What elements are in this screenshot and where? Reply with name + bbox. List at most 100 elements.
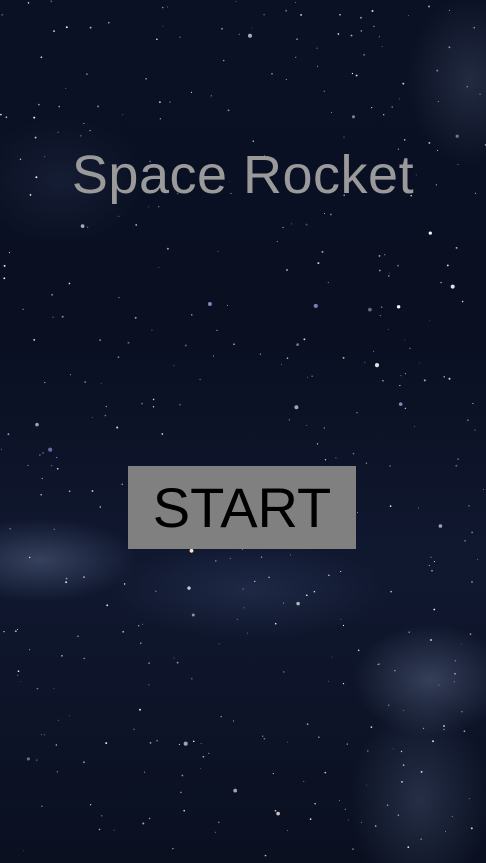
star — [316, 443, 319, 445]
star — [99, 339, 101, 341]
star — [57, 131, 59, 133]
star — [227, 109, 230, 112]
star — [396, 305, 401, 309]
star — [359, 16, 362, 19]
star — [402, 764, 405, 766]
star — [55, 744, 57, 746]
star — [346, 743, 348, 745]
star — [127, 341, 130, 344]
star — [56, 467, 59, 470]
star — [355, 74, 358, 77]
star — [52, 316, 54, 318]
star — [233, 343, 235, 346]
star — [404, 373, 406, 375]
star — [98, 828, 101, 831]
star — [420, 838, 423, 841]
star — [117, 356, 120, 359]
star — [144, 771, 146, 773]
star — [352, 848, 354, 850]
star — [56, 456, 58, 459]
star — [246, 632, 248, 634]
star — [118, 215, 120, 217]
star — [40, 56, 43, 59]
star — [402, 709, 404, 711]
star — [474, 429, 476, 431]
star — [86, 226, 89, 228]
star — [191, 677, 193, 680]
star — [390, 590, 392, 593]
star — [83, 123, 85, 124]
star — [323, 90, 325, 92]
star — [389, 505, 392, 507]
star — [469, 633, 472, 635]
star — [41, 805, 43, 807]
star — [169, 101, 171, 103]
star — [200, 768, 202, 770]
star — [350, 34, 353, 37]
star — [392, 748, 394, 750]
star — [208, 752, 210, 755]
star — [407, 15, 409, 17]
star — [470, 827, 473, 830]
star — [148, 684, 150, 686]
star — [381, 46, 383, 48]
star — [218, 643, 220, 645]
star — [378, 36, 380, 38]
star — [142, 822, 145, 825]
star — [91, 417, 93, 419]
star — [173, 657, 175, 659]
star — [57, 719, 59, 721]
star — [0, 448, 3, 451]
star — [41, 478, 43, 480]
star — [330, 111, 333, 114]
star — [364, 361, 366, 363]
star — [8, 252, 11, 254]
star — [260, 556, 263, 558]
star — [156, 739, 158, 742]
star — [210, 95, 212, 97]
star — [483, 488, 484, 490]
star — [471, 581, 473, 583]
star — [222, 59, 225, 62]
star — [305, 594, 308, 597]
star — [455, 464, 458, 467]
star — [121, 483, 123, 485]
star — [387, 704, 390, 707]
star — [296, 38, 298, 40]
star — [431, 569, 433, 572]
star — [69, 374, 71, 376]
star — [191, 314, 193, 316]
star — [382, 379, 384, 382]
star — [50, 0, 53, 3]
star — [338, 799, 341, 802]
star — [243, 607, 245, 609]
star — [101, 815, 103, 817]
star — [351, 115, 356, 119]
star — [473, 27, 475, 29]
star — [80, 135, 82, 137]
star — [328, 680, 329, 682]
star — [328, 574, 330, 576]
star — [148, 206, 150, 208]
star — [428, 5, 430, 8]
start-button[interactable]: START — [128, 466, 356, 549]
star — [272, 773, 274, 775]
star — [113, 829, 115, 831]
star — [365, 462, 368, 464]
star — [116, 426, 119, 429]
star — [454, 660, 456, 662]
star — [139, 708, 141, 711]
star — [216, 329, 218, 331]
star — [140, 642, 142, 644]
star — [446, 264, 449, 267]
star — [65, 88, 67, 89]
star — [351, 72, 354, 75]
star — [409, 347, 411, 350]
star — [285, 78, 288, 81]
star — [180, 791, 182, 794]
star — [161, 6, 164, 9]
star — [271, 72, 273, 75]
star — [241, 549, 243, 550]
star — [80, 224, 85, 228]
star — [176, 661, 179, 664]
